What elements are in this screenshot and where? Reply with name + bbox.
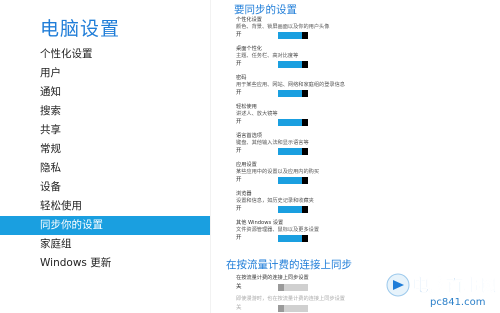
sidebar-item-share[interactable]: 共享 <box>0 121 210 140</box>
toggle-knob <box>302 177 308 184</box>
sidebar-item-general[interactable]: 常规 <box>0 140 210 159</box>
setting-name: 即使漫游时，也在按流量计费的连接上同步设置 <box>236 296 345 302</box>
toggle-switch[interactable] <box>278 206 308 213</box>
sidebar-item-notifications[interactable]: 通知 <box>0 83 210 102</box>
toggle-knob <box>302 148 308 155</box>
toggle-switch[interactable] <box>278 119 308 126</box>
setting-desc: 讲述人、放大镜等 <box>236 110 278 117</box>
setting-state: 开 <box>236 90 242 96</box>
setting-metered-sync: 在按流量计费的连接上同步设置 关 <box>236 275 376 291</box>
toggle-switch[interactable] <box>278 304 308 312</box>
svg-text:pc841.com: pc841.com <box>430 297 485 308</box>
sidebar-item-homegroup[interactable]: 家庭组 <box>0 235 210 254</box>
toggle-knob <box>278 304 284 312</box>
svg-text:电脑百事网: 电脑百事网 <box>412 275 496 296</box>
sidebar-nav: 个性化设置 用户 通知 搜索 共享 常规 隐私 设备 轻松使用 同步你的设置 家… <box>0 45 210 273</box>
pane-divider <box>210 0 211 313</box>
setting-state: 开 <box>236 177 242 183</box>
setting-desc: 用于某些应用、网站、网络和家庭组的登录信息 <box>236 81 345 88</box>
section-title-sync: 要同步的设置 <box>234 4 297 16</box>
toggle-knob <box>302 61 308 68</box>
setting-browser: 浏览器 设置和信息，如历史记录和收藏夹 开 <box>236 191 356 213</box>
toggle-knob <box>302 206 308 213</box>
setting-state: 关 <box>236 283 242 290</box>
sidebar-item-devices[interactable]: 设备 <box>0 178 210 197</box>
setting-state: 关 <box>236 304 242 311</box>
toggle-knob <box>302 119 308 126</box>
setting-ease-of-access: 轻松使用 讲述人、放大镜等 开 <box>236 104 356 126</box>
sidebar-item-search[interactable]: 搜索 <box>0 102 210 121</box>
sidebar-item-personalize[interactable]: 个性化设置 <box>0 45 210 64</box>
sidebar-item-users[interactable]: 用户 <box>0 64 210 83</box>
toggle-switch[interactable] <box>278 61 308 68</box>
toggle-switch[interactable] <box>278 32 308 39</box>
toggle-knob <box>302 32 308 39</box>
setting-state: 开 <box>236 119 242 125</box>
setting-other-windows: 其他 Windows 设置 文件资源管理器、鼠标以及更多设置 开 <box>236 220 356 242</box>
sidebar-item-ease-of-access[interactable]: 轻松使用 <box>0 197 210 216</box>
toggle-knob <box>278 283 284 291</box>
setting-state: 开 <box>236 32 242 38</box>
setting-desc: 设置和信息，如历史记录和收藏夹 <box>236 197 314 204</box>
setting-state: 开 <box>236 235 242 241</box>
site-watermark-logo: 电脑百事网 pc841.com <box>384 267 497 311</box>
sidebar: 电脑设置 个性化设置 用户 通知 搜索 共享 常规 隐私 设备 轻松使用 同步你… <box>0 0 210 313</box>
toggle-knob <box>302 90 308 97</box>
setting-language: 语言首选项 键盘、其他输入法和显示语言等 开 <box>236 133 356 155</box>
section-title-metered: 在按流量计费的连接上同步 <box>226 259 352 271</box>
setting-metered-roaming: 即使漫游时，也在按流量计费的连接上同步设置 关 <box>236 296 376 312</box>
setting-name: 在按流量计费的连接上同步设置 <box>236 275 309 281</box>
setting-app-settings: 应用设置 某些应用中的设置以及应用内的购买 开 <box>236 162 356 184</box>
toggle-switch[interactable] <box>278 148 308 155</box>
sidebar-item-windows-update[interactable]: Windows 更新 <box>0 254 210 273</box>
setting-state: 开 <box>236 206 242 212</box>
setting-desc: 文件资源管理器、鼠标以及更多设置 <box>236 226 320 233</box>
toggle-switch[interactable] <box>278 177 308 184</box>
setting-desc: 颜色、背景、锁屏画面以及你的用户头像 <box>236 23 330 30</box>
sidebar-item-sync-settings[interactable]: 同步你的设置 <box>0 216 210 235</box>
sidebar-item-privacy[interactable]: 隐私 <box>0 159 210 178</box>
toggle-switch[interactable] <box>278 90 308 97</box>
setting-desc: 某些应用中的设置以及应用内的购买 <box>236 168 320 175</box>
setting-desktop-personalize: 桌面个性化 主题、任务栏、高对比度等 开 <box>236 46 356 68</box>
setting-state: 开 <box>236 148 242 154</box>
toggle-knob <box>302 235 308 242</box>
setting-desc: 主题、任务栏、高对比度等 <box>236 52 299 59</box>
setting-personalize: 个性化设置 颜色、背景、锁屏画面以及你的用户头像 开 <box>236 17 356 39</box>
toggle-switch[interactable] <box>278 283 308 291</box>
setting-state: 开 <box>236 61 242 67</box>
setting-desc: 键盘、其他输入法和显示语言等 <box>236 139 309 146</box>
setting-passwords: 密码 用于某些应用、网站、网络和家庭组的登录信息 开 <box>236 75 356 97</box>
toggle-switch[interactable] <box>278 235 308 242</box>
app-title: 电脑设置 <box>40 18 121 40</box>
